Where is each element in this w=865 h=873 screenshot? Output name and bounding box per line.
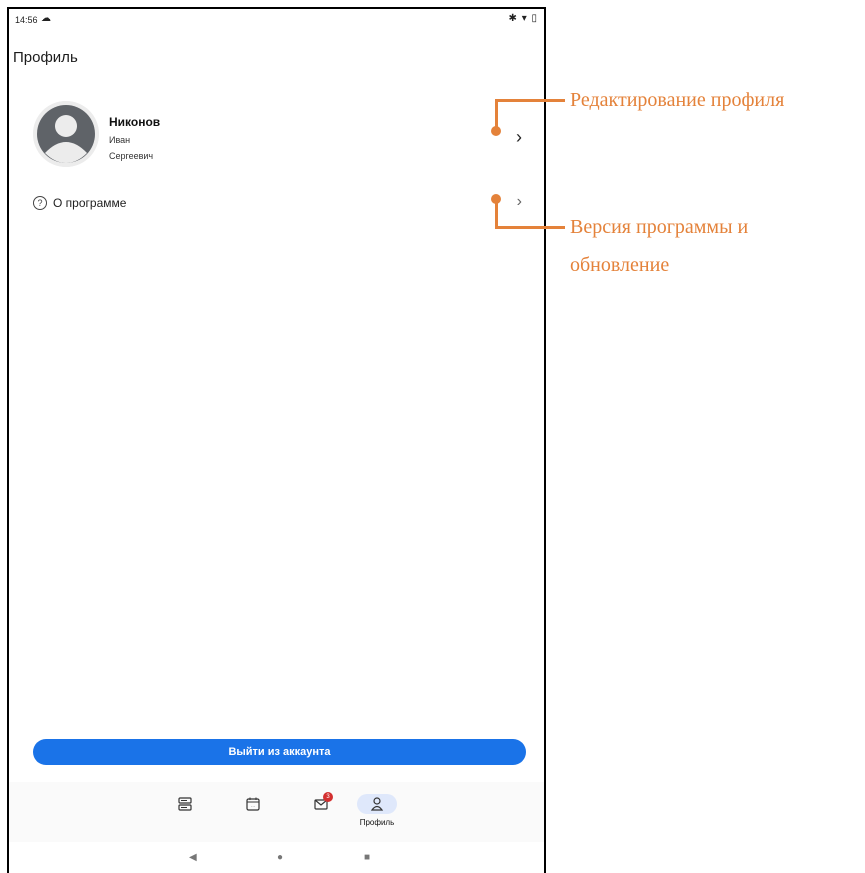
- person-icon: [33, 101, 99, 167]
- status-bar: 14:56 ☁ ✱ ▾ ▯: [9, 9, 544, 33]
- surname: Никонов: [109, 115, 161, 129]
- name-block: Никонов Иван Сергеевич: [109, 115, 160, 161]
- callout-line-about-vertical: [495, 198, 498, 228]
- mail-badge: 3: [323, 792, 333, 802]
- patronymic: Сергеевич: [109, 151, 154, 161]
- tasks-icon: [178, 797, 192, 811]
- svg-text:···: ···: [251, 804, 255, 809]
- nav-profile[interactable]: Профиль: [357, 794, 397, 836]
- status-icons: ✱ ▾ ▯: [508, 13, 538, 24]
- given-name: Иван: [109, 135, 131, 145]
- profile-row[interactable]: Никонов Иван Сергеевич ›: [9, 97, 544, 177]
- system-navigation: ◀ ● ■: [9, 842, 544, 873]
- callout-line-profile-horizontal: [495, 99, 565, 102]
- status-time: 14:56: [15, 15, 38, 25]
- callout-version-line1: Версия программы и: [570, 216, 749, 238]
- chevron-right-icon[interactable]: ›: [516, 127, 522, 148]
- nav-tasks[interactable]: [167, 796, 203, 836]
- callout-version-line2: обновление: [570, 254, 670, 276]
- profile-icon: [370, 797, 384, 811]
- nav-mail[interactable]: 3: [303, 792, 339, 836]
- nav-profile-label: Профиль: [359, 818, 395, 827]
- page-title: Профиль: [13, 49, 78, 66]
- help-circle-icon: ?: [33, 196, 47, 210]
- back-icon[interactable]: ◀: [189, 852, 197, 863]
- callout-edit-profile: Редактирование профиля: [570, 89, 785, 111]
- callout-line-profile-vertical: [495, 100, 498, 130]
- home-icon[interactable]: ●: [277, 852, 283, 863]
- recents-icon[interactable]: ■: [364, 852, 370, 863]
- logout-button[interactable]: Выйти из аккаунта: [33, 739, 526, 765]
- chevron-right-icon[interactable]: ›: [517, 193, 522, 211]
- nav-calendar[interactable]: ···: [235, 796, 271, 836]
- bottom-navigation: ··· 3 Профиль: [9, 782, 544, 842]
- device-screen: 14:56 ☁ ✱ ▾ ▯ Профиль Никонов Иван Серге…: [7, 7, 546, 873]
- calendar-icon: ···: [246, 797, 260, 811]
- avatar[interactable]: [33, 101, 99, 167]
- cloud-icon: ☁: [41, 13, 51, 24]
- callout-line-about-horizontal: [495, 226, 565, 229]
- about-label: О программе: [53, 196, 127, 210]
- about-row[interactable]: ? О программе ›: [9, 191, 544, 221]
